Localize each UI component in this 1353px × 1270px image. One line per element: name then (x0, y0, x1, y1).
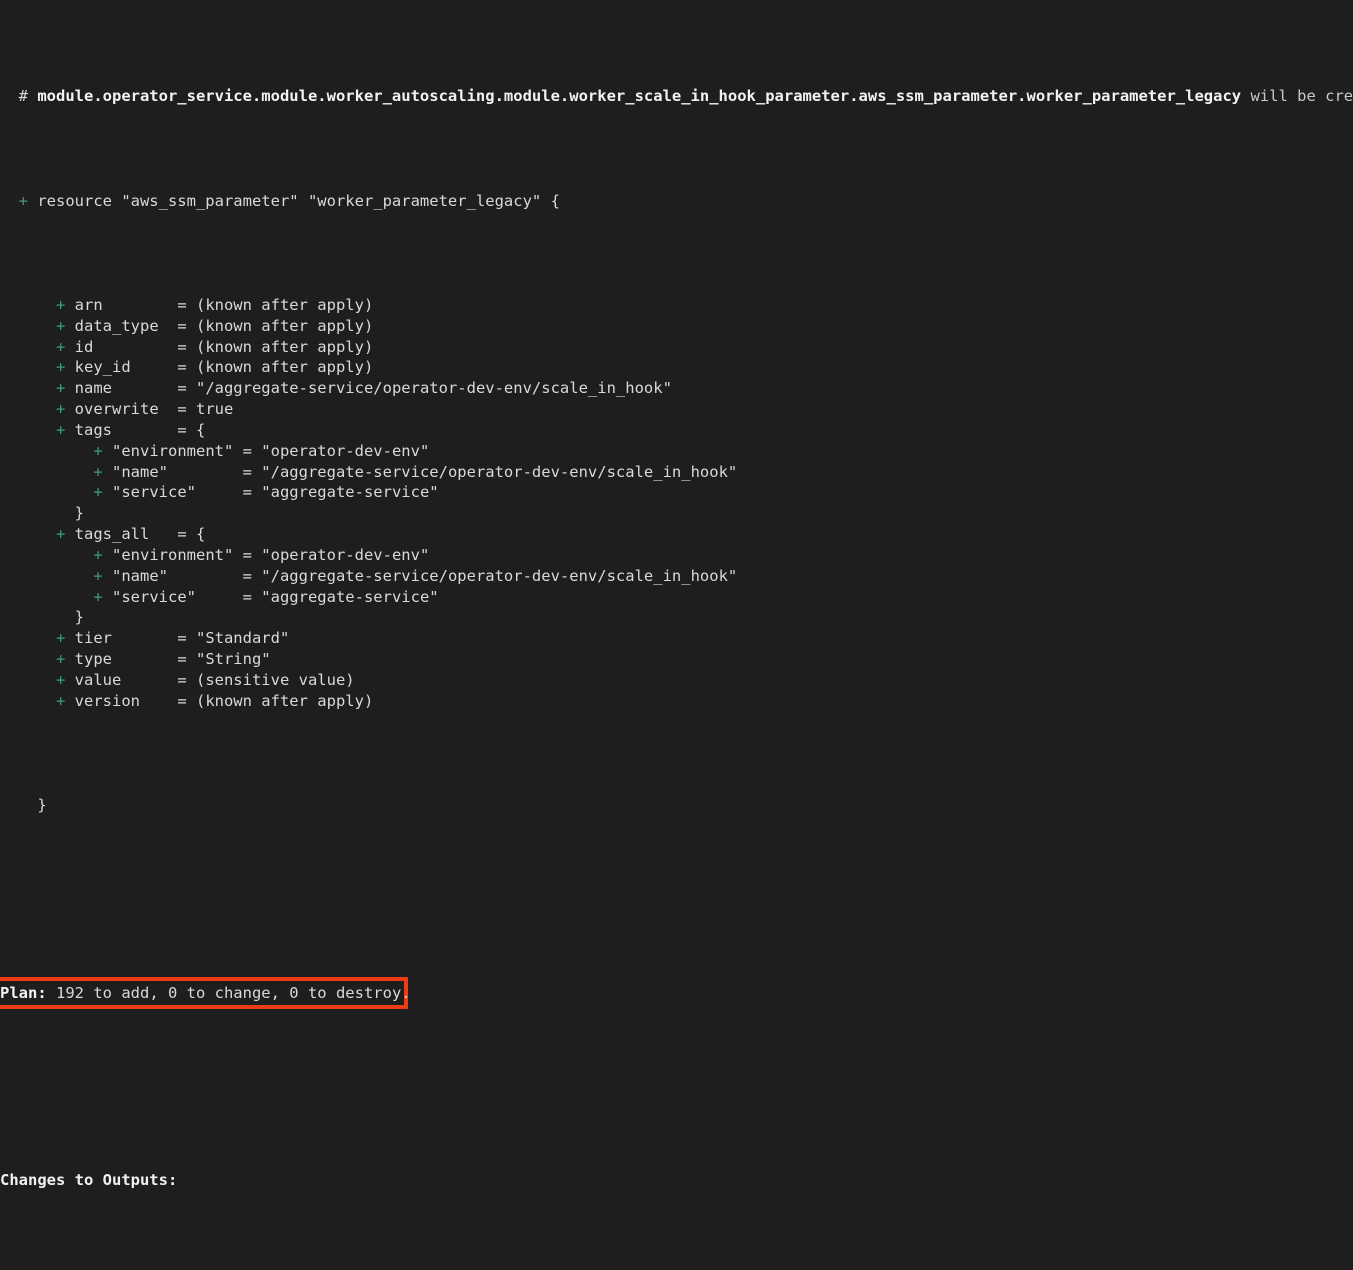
line-text: type = "String" (74, 650, 271, 669)
line-text: value = (sensitive value) (74, 671, 355, 689)
resource-header-line: # module.operator_service.module.worker_… (0, 86, 1353, 107)
outputs-heading: Changes to Outputs: (0, 1171, 178, 1190)
line-text: "environment" = "operator-dev-env" (112, 441, 430, 460)
add-marker: + (56, 358, 75, 377)
plan-summary-label: Plan: (0, 983, 47, 1002)
resource-attribute-line: + tags_all = { (0, 524, 1353, 545)
add-marker: + (56, 691, 75, 710)
terminal-output-pane: # module.operator_service.module.worker_… (0, 0, 1353, 1189)
resource-attribute-line: + overwrite = true (0, 399, 1353, 420)
resource-attribute-line: + arn = (known after apply) (0, 295, 1353, 316)
add-marker: + (0, 191, 38, 210)
resource-attribute-line: + "environment" = "operator-dev-env" (0, 441, 1353, 462)
resource-declaration: resource "aws_ssm_parameter" "worker_par… (37, 191, 560, 210)
line-text: version = (known after apply) (74, 691, 374, 710)
add-marker: + (93, 545, 112, 564)
line-text: "service" = "aggregate-service" (112, 483, 439, 502)
resource-attribute-line: + id = (known after apply) (0, 337, 1353, 358)
resource-attribute-line: + version = (known after apply) (0, 691, 1353, 712)
closing-brace: } (0, 796, 47, 815)
line-text: tags_all = { (74, 525, 206, 544)
add-marker: + (56, 650, 75, 669)
add-marker: + (56, 379, 75, 398)
add-marker: + (56, 525, 75, 544)
add-marker: + (56, 671, 75, 689)
outputs-heading-line: Changes to Outputs: (0, 1170, 1353, 1191)
resource-block-open: + resource "aws_ssm_parameter" "worker_p… (0, 191, 1353, 212)
resource-address: module.operator_service.module.worker_au… (37, 87, 1242, 106)
line-text: tier = "Standard" (74, 629, 290, 648)
line-text: "service" = "aggregate-service" (112, 587, 439, 606)
add-marker: + (56, 316, 75, 335)
line-text: id = (known after apply) (74, 337, 374, 356)
add-marker: + (93, 462, 112, 481)
resource-attribute-line: + data_type = (known after apply) (0, 316, 1353, 337)
line-text: } (74, 608, 84, 627)
line-text: "name" = "/aggregate-service/operator-de… (112, 462, 738, 481)
add-marker: + (56, 400, 75, 419)
line-text: key_id = (known after apply) (74, 358, 374, 377)
line-text: arn = (known after apply) (74, 295, 374, 314)
line-text: tags = { (74, 420, 206, 439)
resource-attribute-line: + value = (sensitive value) (0, 670, 1353, 691)
add-marker: + (93, 566, 112, 585)
resource-attribute-line: + "service" = "aggregate-service" (0, 587, 1353, 608)
resource-attribute-line: + tier = "Standard" (0, 628, 1353, 649)
resource-attribute-line: + "name" = "/aggregate-service/operator-… (0, 462, 1353, 483)
resource-attribute-line: + key_id = (known after apply) (0, 357, 1353, 378)
resource-attribute-line: + type = "String" (0, 649, 1353, 670)
resource-attribute-line: + "name" = "/aggregate-service/operator-… (0, 566, 1353, 587)
line-text: "name" = "/aggregate-service/operator-de… (112, 566, 738, 585)
add-marker: + (93, 441, 112, 460)
plan-summary-detail: 192 to add, 0 to change, 0 to destroy. (46, 983, 411, 1002)
line-text: } (74, 504, 84, 523)
resource-attribute-line: } (0, 607, 1353, 628)
resource-attribute-line: + "service" = "aggregate-service" (0, 482, 1353, 503)
add-marker: + (93, 587, 112, 606)
comment-marker: # (0, 87, 38, 106)
add-marker: + (56, 629, 75, 648)
resource-attribute-list: + arn = (known after apply) + data_type … (0, 295, 1353, 712)
resource-block-close: } (0, 795, 1353, 816)
resource-attribute-line: } (0, 503, 1353, 524)
line-text: overwrite = true (74, 400, 234, 419)
line-text: name = "/aggregate-service/operator-dev-… (74, 379, 672, 398)
resource-attribute-line: + name = "/aggregate-service/operator-de… (0, 378, 1353, 399)
add-marker: + (93, 483, 112, 502)
add-marker: + (56, 295, 75, 314)
line-text: data_type = (known after apply) (74, 316, 374, 335)
spacer-line-1 (0, 878, 1353, 899)
add-marker: + (56, 420, 75, 439)
resource-attribute-line: + "environment" = "operator-dev-env" (0, 545, 1353, 566)
plan-summary-line: Plan: 192 to add, 0 to change, 0 to dest… (0, 976, 1353, 1009)
line-text: "environment" = "operator-dev-env" (112, 545, 430, 564)
resource-action: will be created (1250, 87, 1353, 106)
add-marker: + (56, 337, 75, 356)
resource-attribute-line: + tags = { (0, 420, 1353, 441)
spacer-line-2 (0, 1066, 1353, 1087)
